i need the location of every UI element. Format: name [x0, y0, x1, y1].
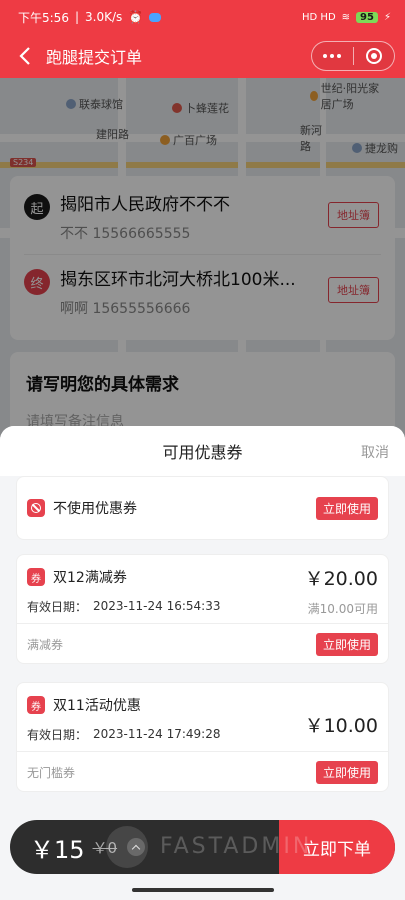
cancel-button[interactable]: 取消 [361, 442, 389, 462]
use-now-button[interactable]: 立即使用 [315, 632, 378, 656]
use-now-button[interactable]: 立即使用 [315, 760, 378, 784]
expiry-label: 有效日期： [27, 727, 88, 742]
coupon-condition: 满10.00可用 [307, 601, 378, 616]
sheet-title: 可用优惠券 [162, 443, 243, 462]
battery-icon: 95 [356, 11, 378, 23]
coupon-item[interactable]: 券 双12满减券 ￥20.00 有效日期： 2023-11-24 16:54:3… [16, 554, 389, 664]
watermark-logo [106, 826, 148, 868]
nav-bar: 跑腿提交订单 [0, 34, 405, 78]
coupon-icon: 券 [27, 696, 45, 714]
expiry-date: 2023-11-24 16:54:33 [93, 599, 221, 613]
signal-icon: HD HD [302, 11, 336, 23]
coupon-name: 双12满减券 [53, 570, 127, 586]
target-icon [365, 48, 382, 64]
status-speed: 3.0K/s [85, 10, 123, 24]
coupon-amount: ￥20.00 [304, 567, 378, 590]
coupon-icon: 券 [27, 568, 45, 586]
checkout-bar: ￥15 ￥0 FASTADMIN 立即下单 [10, 820, 395, 874]
chevron-left-icon [19, 47, 30, 65]
more-icon [323, 54, 342, 58]
status-bar: 下午5:56 | 3.0K/s ⏰ HD HD ≋ 95 ⚡ [18, 10, 391, 25]
more-button[interactable] [312, 42, 353, 70]
coupon-type: 无门槛券 [27, 765, 76, 780]
close-mini-program-button[interactable] [354, 42, 395, 70]
coupon-name: 双11活动优惠 [53, 698, 141, 714]
home-indicator[interactable] [132, 888, 274, 892]
expiry-label: 有效日期： [27, 599, 88, 614]
cloud-icon [149, 12, 162, 22]
status-time: 下午5:56 [18, 10, 69, 25]
charging-icon: ⚡ [383, 11, 391, 23]
no-entry-icon [27, 499, 45, 517]
no-coupon-item[interactable]: 不使用优惠券 立即使用 [16, 476, 389, 540]
alarm-icon: ⏰ [128, 10, 144, 24]
coupon-item[interactable]: 券 双11活动优惠 有效日期： 2023-11-24 17:49:28 ￥10.… [16, 682, 389, 792]
mini-program-capsule [311, 41, 395, 71]
page-title: 跑腿提交订单 [46, 48, 143, 67]
coupon-type: 满减券 [27, 637, 64, 652]
header: 下午5:56 | 3.0K/s ⏰ HD HD ≋ 95 ⚡ 跑腿提交订单 [0, 0, 405, 78]
wifi-icon: ≋ [341, 11, 351, 23]
back-button[interactable] [14, 45, 36, 67]
no-coupon-label: 不使用优惠券 [53, 501, 137, 517]
coupon-amount: ￥10.00 [304, 714, 378, 737]
use-now-button[interactable]: 立即使用 [315, 496, 378, 520]
expiry-date: 2023-11-24 17:49:28 [93, 727, 221, 741]
total-price: ￥15 [30, 835, 85, 864]
watermark-text: FASTADMIN [160, 834, 313, 859]
